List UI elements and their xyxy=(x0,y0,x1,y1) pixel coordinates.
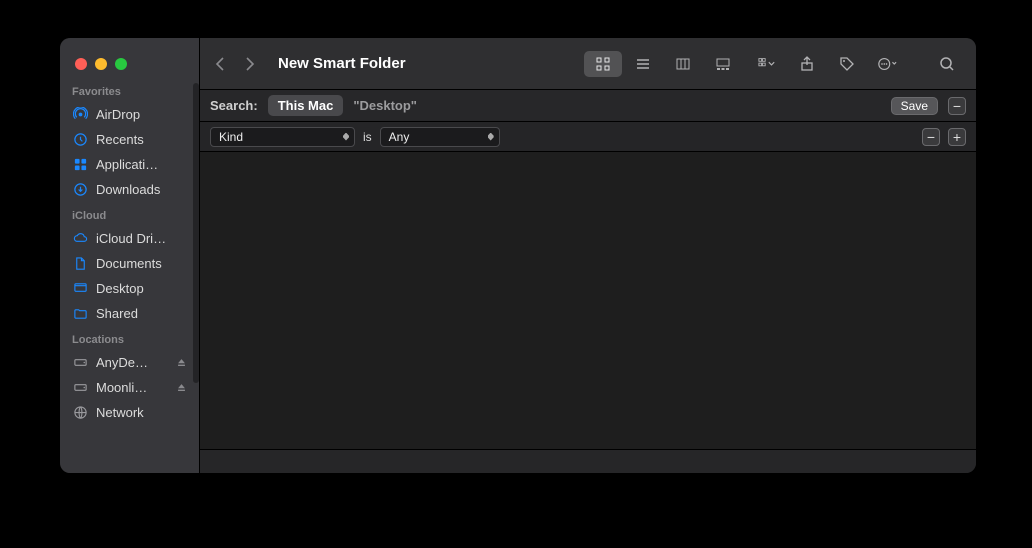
scope-this-mac[interactable]: This Mac xyxy=(268,95,344,116)
sidebar-item-label: Downloads xyxy=(96,182,160,197)
clock-icon xyxy=(72,132,88,147)
sidebar-item-shared[interactable]: Shared xyxy=(60,301,199,326)
document-icon xyxy=(72,256,88,271)
sidebar-section-favorites: Favorites xyxy=(60,78,199,102)
zoom-window-button[interactable] xyxy=(115,58,127,70)
action-menu-button[interactable] xyxy=(872,51,902,77)
save-button[interactable]: Save xyxy=(891,97,938,115)
value-dropdown[interactable]: Any xyxy=(380,127,500,147)
window-controls xyxy=(60,50,199,78)
sidebar-section-icloud: iCloud xyxy=(60,202,199,226)
sidebar-item-airdrop[interactable]: AirDrop xyxy=(60,102,199,127)
sidebar-item-documents[interactable]: Documents xyxy=(60,251,199,276)
tags-button[interactable] xyxy=(832,51,862,77)
window-title: New Smart Folder xyxy=(278,55,406,72)
cloud-icon xyxy=(72,231,88,246)
search-label: Search: xyxy=(210,98,258,113)
sidebar-item-label: AnyDe… xyxy=(96,355,148,370)
share-button[interactable] xyxy=(792,51,822,77)
sidebar-item-network[interactable]: Network xyxy=(60,400,199,425)
eject-icon[interactable] xyxy=(176,382,187,393)
eject-icon[interactable] xyxy=(176,357,187,368)
sidebar-item-label: Applicati… xyxy=(96,157,158,172)
globe-icon xyxy=(72,405,88,420)
sidebar-item-label: Shared xyxy=(96,306,138,321)
airdrop-icon xyxy=(72,107,88,122)
add-rule-button[interactable]: + xyxy=(948,128,966,146)
sidebar-item-label: Network xyxy=(96,405,144,420)
desktop-icon xyxy=(72,281,88,296)
sidebar: Favorites AirDrop Recents Applicati… Dow… xyxy=(60,38,200,473)
sidebar-item-icloud-drive[interactable]: iCloud Dri… xyxy=(60,226,199,251)
remove-rule-button[interactable]: − xyxy=(922,128,940,146)
sidebar-scrollbar[interactable] xyxy=(193,83,199,383)
sidebar-item-recents[interactable]: Recents xyxy=(60,127,199,152)
sidebar-item-label: AirDrop xyxy=(96,107,140,122)
disk-icon xyxy=(72,355,88,370)
finder-window: Favorites AirDrop Recents Applicati… Dow… xyxy=(60,38,976,473)
sidebar-item-desktop[interactable]: Desktop xyxy=(60,276,199,301)
list-view-button[interactable] xyxy=(624,51,662,77)
attribute-dropdown[interactable]: Kind xyxy=(210,127,355,147)
disk-icon xyxy=(72,380,88,395)
sidebar-item-label: Documents xyxy=(96,256,162,271)
sidebar-item-downloads[interactable]: Downloads xyxy=(60,177,199,202)
close-window-button[interactable] xyxy=(75,58,87,70)
back-button[interactable] xyxy=(214,56,226,72)
minimize-window-button[interactable] xyxy=(95,58,107,70)
column-view-button[interactable] xyxy=(664,51,702,77)
shared-folder-icon xyxy=(72,306,88,321)
sidebar-item-moonlight[interactable]: Moonli… xyxy=(60,375,199,400)
sidebar-item-label: Recents xyxy=(96,132,144,147)
scope-desktop[interactable]: "Desktop" xyxy=(353,98,417,113)
criteria-row: Kind is Any − + xyxy=(200,122,976,152)
main-area: New Smart Folder Search: This Mac "Deskt… xyxy=(200,38,976,473)
forward-button[interactable] xyxy=(244,56,256,72)
search-scope-bar: Search: This Mac "Desktop" Save − xyxy=(200,90,976,122)
results-area xyxy=(200,152,976,449)
operator-label: is xyxy=(363,130,372,144)
icon-view-button[interactable] xyxy=(584,51,622,77)
sidebar-item-applications[interactable]: Applicati… xyxy=(60,152,199,177)
group-by-button[interactable] xyxy=(752,51,782,77)
sidebar-section-locations: Locations xyxy=(60,326,199,350)
view-switcher xyxy=(584,51,742,77)
applications-icon xyxy=(72,157,88,172)
gallery-view-button[interactable] xyxy=(704,51,742,77)
sidebar-item-label: Moonli… xyxy=(96,380,147,395)
sidebar-item-anydesk[interactable]: AnyDe… xyxy=(60,350,199,375)
toolbar: New Smart Folder xyxy=(200,38,976,90)
sidebar-item-label: iCloud Dri… xyxy=(96,231,166,246)
search-button[interactable] xyxy=(932,51,962,77)
status-bar xyxy=(200,449,976,473)
sidebar-item-label: Desktop xyxy=(96,281,144,296)
download-icon xyxy=(72,182,88,197)
remove-criteria-button[interactable]: − xyxy=(948,97,966,115)
